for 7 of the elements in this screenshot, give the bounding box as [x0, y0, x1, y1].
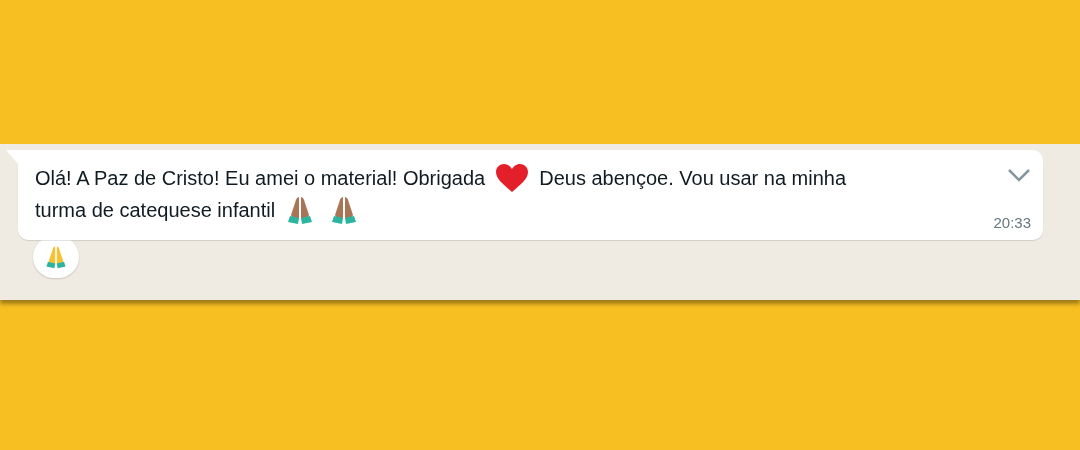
message-text: Deus abençoe. Vou usar na minha	[539, 166, 847, 191]
heart-icon	[495, 163, 530, 193]
message-text: Olá! A Paz de Cristo! Eu amei o material! Obrigada	[35, 166, 486, 191]
chevron-down-icon[interactable]	[1007, 168, 1031, 182]
praying-hands-icon	[44, 245, 68, 269]
message-text: turma de catequese infantil	[35, 198, 276, 223]
message-time: 20:33	[993, 212, 1031, 233]
